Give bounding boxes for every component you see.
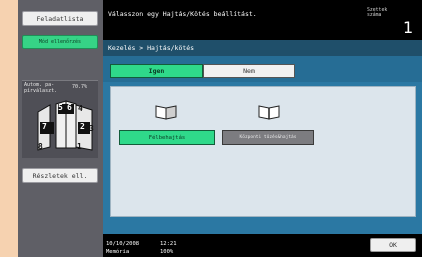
tab-no-label: Nem (243, 67, 255, 75)
center-staple-icon (258, 104, 280, 124)
header-message: Válasszon egy Hajtás/Kötés beállítást. (108, 10, 257, 18)
tab-yes-label: Igen (148, 67, 165, 75)
copies-label: Szettek száma (367, 8, 388, 18)
page-num: 5 (58, 103, 63, 112)
status-date: 10/10/2008 (106, 241, 140, 247)
mode-check-label: Mód ellenőrzés (38, 38, 82, 45)
half-fold-button[interactable]: Félbehajtás (119, 130, 215, 145)
page-num: 7 (42, 122, 47, 131)
page-num: 6 (67, 103, 72, 112)
page-num: 1 (77, 142, 82, 151)
tab-no[interactable]: Nem (203, 64, 295, 78)
center-staple-label: Központi tűzés&hajtás (239, 135, 297, 140)
ok-button[interactable]: OK (370, 238, 416, 252)
memory-label: Memória (106, 249, 130, 255)
page-num: 8 (38, 142, 43, 151)
half-fold-label: Félbehajtás (148, 134, 186, 141)
mode-check-button[interactable]: Mód ellenőrzés (22, 35, 98, 49)
ok-label: OK (389, 241, 397, 249)
status-time: 12:21 (160, 241, 177, 247)
page-num: 3 (89, 124, 94, 133)
tab-yes[interactable]: Igen (110, 64, 203, 78)
page-num: 4 (78, 104, 83, 113)
header-bar: Válasszon egy Hajtás/Kötés beállítást. S… (103, 0, 422, 40)
task-list-label: Feladatlista (36, 14, 84, 23)
paper-mode-label: Autom. pa-pírválaszt. (24, 82, 58, 94)
breadcrumb-text: Kezelés > Hajtás/kötés (108, 44, 195, 52)
breadcrumb: Kezelés > Hajtás/kötés (103, 40, 422, 56)
details-check-label: Részletek ell. (32, 171, 88, 180)
page-num: 2 (80, 122, 85, 131)
center-staple-button[interactable]: Központi tűzés&hajtás (222, 130, 314, 145)
copies-count: 1 (403, 18, 414, 37)
half-fold-icon (155, 104, 177, 124)
memory-value: 100% (160, 249, 174, 255)
details-check-button[interactable]: Részletek ell. (22, 168, 98, 183)
task-list-button[interactable]: Feladatlista (22, 11, 98, 26)
zoom-readout: 70.7% (72, 84, 88, 90)
